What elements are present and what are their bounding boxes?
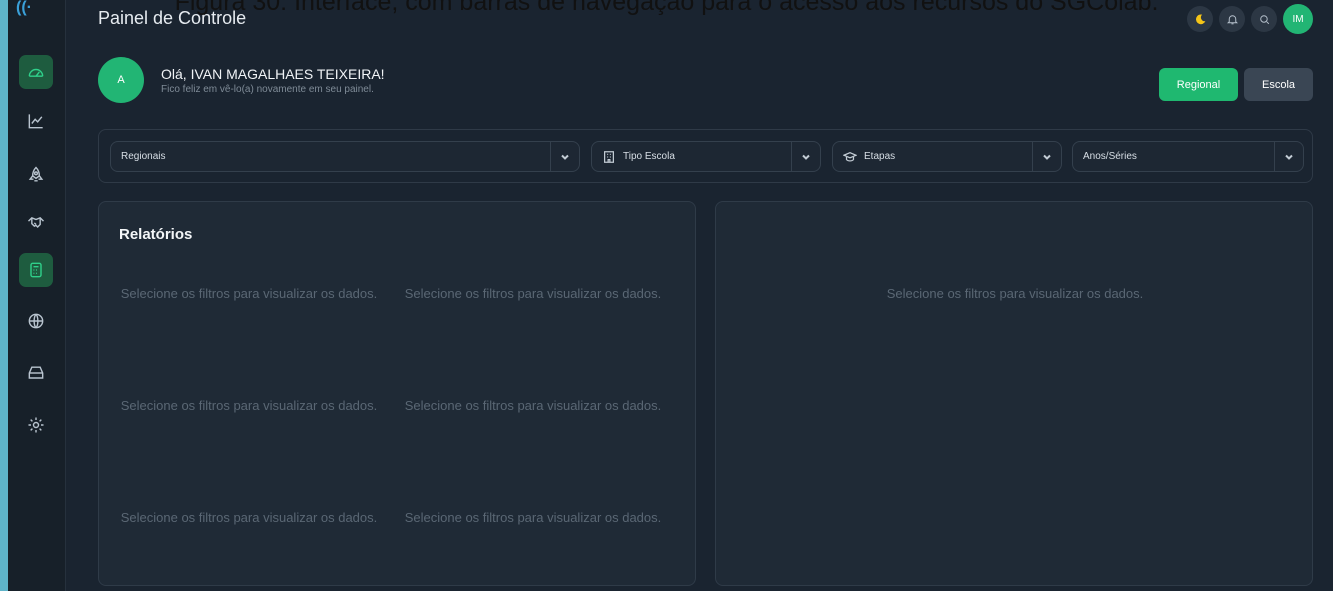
data-panel: Selecione os filtros para visualizar os …: [715, 201, 1313, 586]
anos-series-label: Anos/Séries: [1083, 151, 1137, 162]
globe-icon[interactable]: [19, 304, 53, 338]
regionais-select[interactable]: Regionais: [110, 141, 580, 172]
reports-title: Relatórios: [119, 226, 193, 243]
escola-button[interactable]: Escola: [1244, 68, 1313, 101]
report-placeholder: Selecione os filtros para visualizar os …: [404, 398, 662, 413]
rocket-icon[interactable]: [19, 158, 53, 192]
handshake-icon[interactable]: [19, 205, 53, 239]
welcome-avatar: A: [98, 57, 144, 103]
report-placeholder: Selecione os filtros para visualizar os …: [120, 398, 378, 413]
figure-caption: Figura 30: Interface, com barras de nave…: [174, 0, 1159, 16]
graduation-cap-icon: [843, 151, 857, 162]
report-placeholder: Selecione os filtros para visualizar os …: [120, 510, 378, 525]
anos-series-select[interactable]: Anos/Séries: [1072, 141, 1304, 172]
etapas-select[interactable]: Etapas: [832, 141, 1062, 172]
etapas-label: Etapas: [864, 151, 896, 162]
chevron-down-icon[interactable]: [550, 142, 579, 171]
gear-icon[interactable]: [19, 408, 53, 442]
speedometer-icon[interactable]: [19, 55, 53, 89]
line-chart-icon[interactable]: [19, 104, 53, 138]
chevron-down-icon[interactable]: [791, 142, 820, 171]
app-window: ((· Painel de Controle IM A Olá, IVAN MA…: [8, 0, 1333, 591]
tipo-escola-label: Tipo Escola: [623, 151, 675, 162]
chevron-down-icon[interactable]: [1032, 142, 1061, 171]
main-content: Painel de Controle IM A Olá, IVAN MAGALH…: [66, 0, 1333, 591]
view-toggle: Regional Escola: [1159, 68, 1313, 101]
tipo-escola-select[interactable]: Tipo Escola: [591, 141, 821, 172]
filter-bar: Regionais Tipo Escola Etapas Anos/Séries: [98, 129, 1313, 183]
inbox-icon[interactable]: [19, 356, 53, 390]
data-placeholder: Selecione os filtros para visualizar os …: [886, 286, 1144, 301]
building-icon: [604, 150, 614, 163]
welcome-subtitle: Fico feliz em vê-lo(a) novamente em seu …: [161, 83, 374, 95]
regional-button[interactable]: Regional: [1159, 68, 1238, 101]
welcome-text: Olá, IVAN MAGALHAES TEIXEIRA! Fico feliz…: [161, 66, 385, 95]
greeting: Olá, IVAN MAGALHAES TEIXEIRA!: [161, 65, 385, 82]
report-placeholder: Selecione os filtros para visualizar os …: [404, 286, 662, 301]
calculator-icon[interactable]: [19, 253, 53, 287]
chevron-down-icon[interactable]: [1274, 142, 1303, 171]
welcome-banner: A Olá, IVAN MAGALHAES TEIXEIRA! Fico fel…: [98, 57, 385, 103]
reports-panel: Relatórios Selecione os filtros para vis…: [98, 201, 696, 586]
regionais-label: Regionais: [121, 151, 166, 162]
report-placeholder: Selecione os filtros para visualizar os …: [404, 510, 662, 525]
report-placeholder: Selecione os filtros para visualizar os …: [120, 286, 378, 301]
sidebar: ((·: [8, 0, 66, 591]
